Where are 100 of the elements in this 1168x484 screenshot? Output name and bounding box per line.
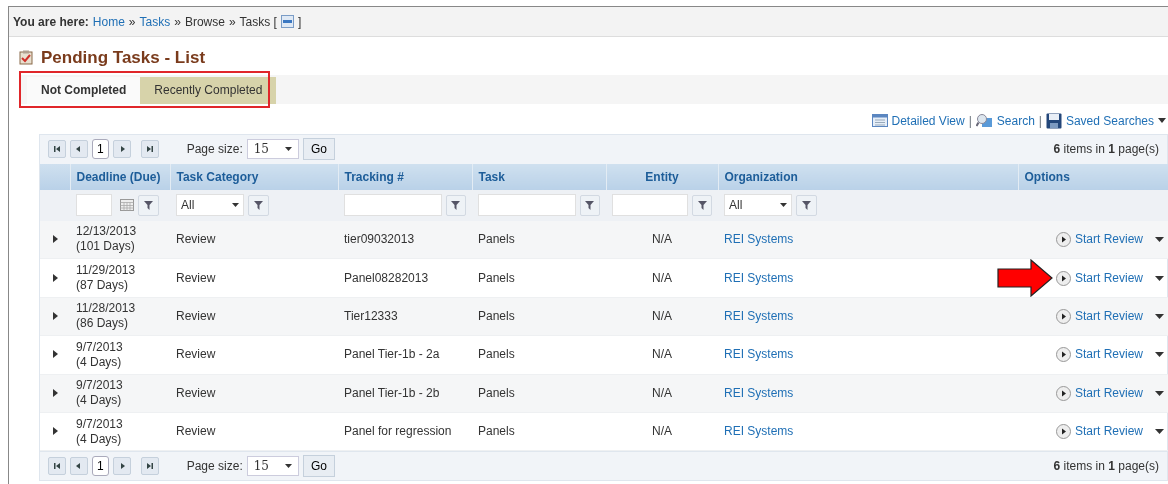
column-header[interactable]: Options bbox=[1018, 163, 1168, 190]
table-cell: N/A bbox=[652, 347, 672, 362]
column-header[interactable]: Organization bbox=[718, 163, 1018, 190]
start-review-link[interactable]: Start Review bbox=[1074, 231, 1143, 247]
days-remaining: (101 Days) bbox=[76, 239, 136, 255]
expand-icon[interactable] bbox=[52, 311, 58, 320]
column-header[interactable]: Tracking # bbox=[338, 163, 472, 190]
pager-summary: 6 items in 1 page(s) bbox=[1053, 458, 1159, 476]
expand-icon[interactable] bbox=[52, 350, 58, 359]
previous-page-button[interactable] bbox=[70, 140, 88, 158]
filter-button[interactable] bbox=[248, 194, 269, 216]
filter-select[interactable]: All bbox=[176, 194, 244, 216]
organization-link[interactable]: REI Systems bbox=[724, 347, 794, 362]
expand-icon[interactable] bbox=[52, 273, 58, 282]
filter-field[interactable] bbox=[478, 194, 576, 216]
expand-icon[interactable] bbox=[52, 388, 58, 397]
menu-link[interactable]: Saved Searches bbox=[1065, 111, 1166, 130]
separator: | bbox=[968, 112, 972, 130]
caret-icon[interactable] bbox=[1155, 313, 1164, 319]
last-page-button[interactable] bbox=[140, 140, 159, 158]
page-size-select[interactable]: 15 bbox=[246, 139, 299, 159]
days-remaining: (4 Days) bbox=[76, 431, 123, 447]
column-header[interactable]: Task Category bbox=[170, 163, 338, 190]
play-icon[interactable] bbox=[1055, 385, 1071, 401]
breadcrumb-text: Browse bbox=[184, 13, 225, 31]
caret-icon bbox=[1158, 118, 1166, 123]
organization-link[interactable]: REI Systems bbox=[724, 424, 794, 439]
funnel-icon bbox=[254, 200, 263, 210]
caret-icon[interactable] bbox=[1155, 236, 1164, 242]
table-cell: N/A bbox=[652, 231, 672, 246]
breadcrumb-link[interactable]: Home bbox=[92, 12, 125, 31]
start-review-link[interactable]: Start Review bbox=[1074, 347, 1143, 363]
last-page-button[interactable] bbox=[140, 457, 159, 476]
next-page-button[interactable] bbox=[112, 140, 131, 158]
expand-icon[interactable] bbox=[52, 234, 58, 243]
start-review-link[interactable]: Start Review bbox=[1074, 308, 1143, 324]
table-cell: Review bbox=[176, 347, 216, 362]
days-remaining: (4 Days) bbox=[76, 393, 123, 409]
caret-icon bbox=[780, 203, 787, 207]
page-size-label: Page size: bbox=[186, 141, 243, 158]
expand-icon[interactable] bbox=[52, 427, 58, 436]
previous-page-button[interactable] bbox=[70, 457, 88, 476]
organization-link[interactable]: REI Systems bbox=[724, 308, 794, 323]
table-cell: Panels bbox=[478, 385, 515, 400]
organization-link[interactable]: REI Systems bbox=[724, 231, 794, 246]
days-remaining: (4 Days) bbox=[76, 354, 123, 370]
caret-icon bbox=[232, 203, 239, 207]
first-page-button[interactable] bbox=[48, 457, 66, 476]
caret-icon[interactable] bbox=[1155, 352, 1164, 358]
table-cell: Panels bbox=[478, 231, 515, 246]
column-header[interactable]: Task bbox=[472, 163, 606, 190]
funnel-icon bbox=[697, 200, 707, 210]
filter-select[interactable]: All bbox=[724, 194, 792, 216]
page-number-button[interactable]: 1 bbox=[92, 456, 109, 477]
organization-link[interactable]: REI Systems bbox=[724, 385, 794, 400]
breadcrumb-link[interactable]: Tasks bbox=[139, 12, 171, 31]
start-review-link[interactable]: Start Review bbox=[1074, 270, 1143, 286]
filter-button[interactable] bbox=[692, 194, 712, 216]
toolbar-link[interactable]: Detailed View bbox=[891, 111, 965, 130]
play-icon[interactable] bbox=[1055, 231, 1071, 247]
date-field[interactable] bbox=[76, 194, 112, 216]
go-button[interactable]: Go bbox=[303, 455, 336, 478]
table-cell: Tier12333 bbox=[344, 308, 398, 323]
column-header[interactable]: Deadline (Due) bbox=[70, 163, 170, 190]
deadline-date: 9/7/2013 bbox=[76, 378, 124, 394]
start-review-link[interactable]: Start Review bbox=[1074, 424, 1143, 440]
window-icon[interactable] bbox=[280, 15, 294, 28]
play-icon[interactable] bbox=[1055, 424, 1071, 440]
organization-link[interactable]: REI Systems bbox=[724, 270, 794, 285]
play-icon[interactable] bbox=[1055, 308, 1071, 324]
play-icon[interactable] bbox=[1055, 347, 1071, 363]
column-header[interactable]: Entity bbox=[606, 163, 718, 190]
filter-field[interactable] bbox=[344, 194, 442, 216]
toolbar-link[interactable]: Search bbox=[996, 111, 1035, 130]
caret-icon[interactable] bbox=[1155, 429, 1164, 435]
filter-button[interactable] bbox=[138, 194, 159, 216]
start-review-link[interactable]: Start Review bbox=[1074, 385, 1143, 401]
caret-icon[interactable] bbox=[1155, 275, 1164, 281]
tab[interactable]: Recently Completed bbox=[140, 76, 277, 104]
table-cell: Panels bbox=[478, 270, 515, 285]
first-page-button[interactable] bbox=[48, 140, 66, 158]
clipboard-icon bbox=[19, 50, 33, 66]
filter-button[interactable] bbox=[445, 194, 466, 216]
filter-button[interactable] bbox=[579, 194, 600, 216]
filter-button[interactable] bbox=[796, 194, 817, 216]
next-page-button[interactable] bbox=[112, 457, 131, 476]
last-arrow-icon bbox=[145, 145, 154, 153]
separator: | bbox=[1038, 112, 1042, 130]
tab[interactable]: Not Completed bbox=[27, 76, 141, 104]
caret-icon[interactable] bbox=[1155, 390, 1164, 396]
play-icon[interactable] bbox=[1055, 270, 1071, 286]
page-size-label: Page size: bbox=[186, 458, 243, 476]
filter-field[interactable] bbox=[612, 194, 689, 216]
table-cell: Panels bbox=[478, 347, 515, 362]
page-size-select[interactable]: 15 bbox=[246, 456, 299, 477]
page-number-button[interactable]: 1 bbox=[92, 139, 109, 159]
go-button[interactable]: Go bbox=[303, 138, 336, 160]
days-remaining: (87 Days) bbox=[76, 278, 129, 294]
pager-summary: 6 items in 1 page(s) bbox=[1053, 141, 1159, 158]
prev-arrow-icon bbox=[75, 145, 83, 153]
